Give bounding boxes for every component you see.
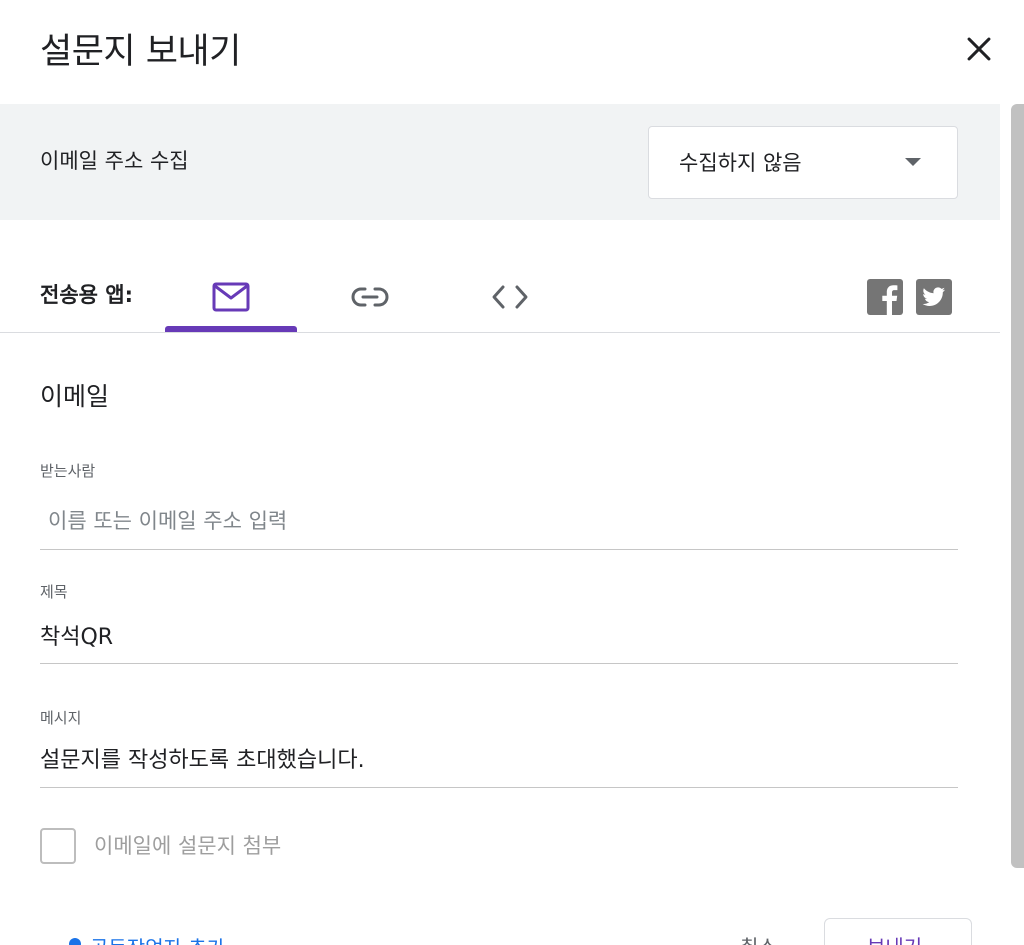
to-field-input[interactable] (40, 502, 958, 540)
to-field-label: 받는사람 (40, 462, 96, 480)
dialog-title: 설문지 보내기 (40, 32, 241, 72)
send-via-label: 전송용 앱: (40, 283, 133, 307)
twitter-icon (916, 279, 952, 315)
collect-email-select[interactable]: 수집하지 않음 (648, 126, 958, 199)
subject-field-input[interactable]: 착석QR (40, 623, 113, 653)
attach-form-checkbox-label: 이메일에 설문지 첨부 (94, 834, 282, 858)
send-form-dialog: 설문지 보내기 이메일 주소 수집 수집하지 않음 전송용 앱: 이메일 받는사… (0, 0, 1024, 945)
add-collaborators-label: 공동작업자 추가 (90, 934, 225, 945)
close-icon (967, 37, 991, 61)
share-twitter-button[interactable] (916, 279, 952, 315)
cancel-button-label: 취소 (740, 933, 777, 945)
collect-email-label: 이메일 주소 수집 (40, 149, 189, 173)
message-field-input[interactable]: 설문지를 작성하도록 초대했습니다. (40, 746, 365, 776)
scrollbar-thumb[interactable] (1011, 104, 1024, 868)
tabs-divider (0, 332, 1000, 333)
dropdown-arrow-icon (905, 158, 921, 166)
to-field-underline (40, 549, 958, 550)
link-icon (351, 287, 389, 307)
cancel-button[interactable]: 취소 (724, 930, 804, 945)
facebook-icon (867, 279, 903, 315)
share-facebook-button[interactable] (867, 279, 903, 315)
subject-field-label: 제목 (40, 583, 68, 601)
email-section-title: 이메일 (40, 382, 110, 411)
send-button[interactable]: 보내기 (824, 918, 972, 945)
mail-icon (212, 282, 250, 312)
add-collaborators-link[interactable]: 공동작업자 추가 (64, 934, 244, 945)
embed-code-icon (492, 285, 528, 309)
dialog-header: 설문지 보내기 (0, 0, 1024, 104)
collect-email-selected-value: 수집하지 않음 (679, 151, 802, 175)
tab-email[interactable] (165, 262, 297, 332)
tab-embed[interactable] (444, 262, 576, 332)
message-field-underline (40, 787, 958, 788)
attach-form-checkbox[interactable] (40, 828, 76, 864)
message-field-label: 메시지 (40, 709, 82, 727)
subject-field-underline (40, 663, 958, 664)
send-button-label: 보내기 (867, 933, 922, 945)
tab-link[interactable] (304, 262, 436, 332)
person-add-icon (69, 938, 81, 945)
close-button[interactable] (956, 26, 1002, 72)
